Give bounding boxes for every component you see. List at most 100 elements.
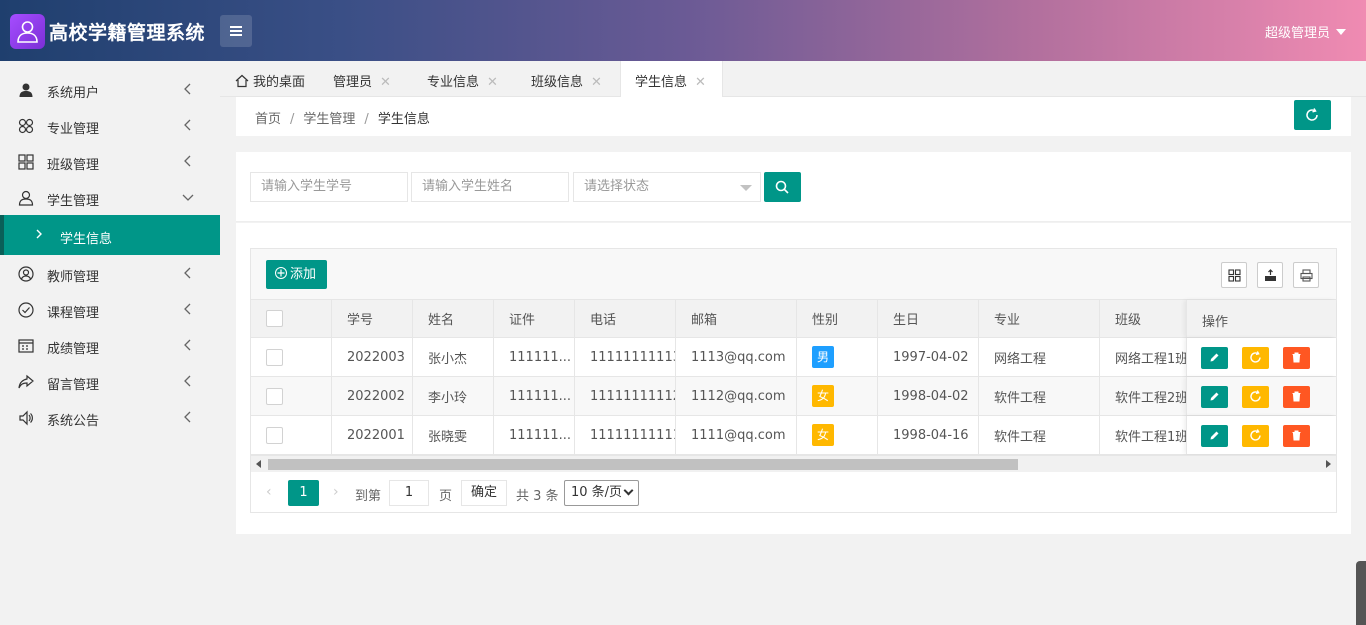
column-header[interactable]: 学号 [332,300,413,337]
tab-label: 专业信息 [427,75,480,90]
sidebar-item-label: 留言管理 [47,378,100,393]
student-name-input[interactable]: 请输入学生姓名 [411,172,569,202]
close-icon[interactable]: ✕ [591,75,602,90]
sidebar-item-student-mgmt[interactable]: 学生管理 [0,179,220,215]
status-select-placeholder: 请选择状态 [584,179,650,194]
email-cell: 1113@qq.com [676,338,797,376]
search-icon [775,180,789,194]
row-checkbox[interactable] [266,426,283,444]
refresh-button[interactable] [1294,100,1331,130]
operations-cell [1186,416,1336,454]
edit-button[interactable] [1201,425,1228,447]
column-header[interactable]: 生日 [878,300,979,337]
table-row[interactable]: 2022002 李小玲 111111... 11111111112 1112@q… [251,377,1336,416]
sidebar-item-system-users[interactable]: 系统用户 [0,71,220,107]
gender-cell: 男 [797,338,878,376]
print-button[interactable] [1293,262,1319,288]
export-button[interactable] [1257,262,1283,288]
sidebar-item-label: 学生信息 [60,232,113,247]
refresh-icon [1250,390,1261,402]
tab-admin[interactable]: 管理员 ✕ [333,61,391,97]
scroll-left-arrow-icon[interactable] [256,460,261,468]
calendar-icon [18,339,34,353]
edit-button[interactable] [1201,347,1228,369]
chevron-right-icon [36,229,42,239]
column-header[interactable]: 专业 [979,300,1100,337]
plus-circle-icon [275,267,287,279]
delete-button[interactable] [1283,386,1310,408]
tab-class-info[interactable]: 班级信息 ✕ [531,61,602,97]
birthday-cell: 1997-04-02 [878,338,979,376]
user-menu[interactable]: 超级管理员 [1265,22,1346,41]
student-no-cell: 2022003 [332,338,413,376]
student-no-input[interactable]: 请输入学生学号 [250,172,408,202]
tab-label: 学生信息 [635,75,688,90]
tab-student-info[interactable]: 学生信息 ✕ [620,61,723,98]
column-header[interactable]: 班级 [1100,300,1186,337]
sidebar-item-message[interactable]: 留言管理 [0,363,220,399]
home-icon [235,74,249,88]
select-all-checkbox[interactable] [266,310,283,327]
trash-icon [1292,352,1301,363]
close-icon[interactable]: ✕ [695,75,706,90]
menu-toggle-button[interactable] [220,15,252,47]
search-button[interactable] [764,172,801,202]
scrollbar-thumb[interactable] [268,459,1018,470]
reset-button[interactable] [1242,386,1269,408]
operations-cell [1186,377,1336,415]
trash-icon [1292,430,1301,441]
reset-button[interactable] [1242,347,1269,369]
column-header[interactable]: 邮箱 [676,300,797,337]
goto-confirm-button[interactable]: 确定 [461,480,507,506]
row-checkbox[interactable] [266,348,283,366]
goto-page-input[interactable]: 1 [389,480,429,506]
export-icon [1265,269,1276,281]
prev-page-icon[interactable]: ‹ [266,484,272,500]
sidebar-item-label: 系统用户 [47,86,100,101]
tab-desktop[interactable]: 我的桌面 [235,61,305,97]
page-size-value: 10 条/页 [571,485,623,500]
sidebar-item-teacher[interactable]: 教师管理 [0,255,220,291]
email-cell: 1112@qq.com [676,377,797,415]
sidebar-item-student-info[interactable]: 学生信息 [0,215,220,255]
row-checkbox[interactable] [266,387,283,405]
sidebar-item-score[interactable]: 成绩管理 [0,327,220,363]
active-indicator [0,215,4,255]
current-page[interactable]: 1 [288,480,319,506]
breadcrumb-home[interactable]: 首页 [255,112,281,127]
sidebar-item-course[interactable]: 课程管理 [0,291,220,327]
table-row[interactable]: 2022001 张晓雯 111111... 11111111111 1111@q… [251,416,1336,455]
id-cell: 111111... [494,338,575,376]
student-name-cell: 张晓雯 [413,416,494,454]
tab-major-info[interactable]: 专业信息 ✕ [427,61,498,97]
sidebar-item-class[interactable]: 班级管理 [0,143,220,179]
person-outline-icon [18,190,34,206]
edit-button[interactable] [1201,386,1228,408]
sidebar-item-label: 成绩管理 [47,342,100,357]
column-header[interactable]: 姓名 [413,300,494,337]
refresh-icon [1250,429,1261,441]
breadcrumb-student-mgmt[interactable]: 学生管理 [303,112,355,127]
table-row[interactable]: 2022003 张小杰 111111... 11111111113 1113@q… [251,338,1336,377]
column-header[interactable]: 性别 [797,300,878,337]
next-page-icon[interactable]: › [333,484,339,500]
close-icon[interactable]: ✕ [487,75,498,90]
delete-button[interactable] [1283,347,1310,369]
column-header[interactable]: 证件 [494,300,575,337]
close-icon[interactable]: ✕ [380,75,391,90]
user-circle-icon [18,266,34,282]
scroll-right-arrow-icon[interactable] [1326,460,1331,468]
sidebar-item-notice[interactable]: 系统公告 [0,399,220,435]
status-select[interactable]: 请选择状态 [573,172,761,202]
add-button[interactable]: 添加 [266,260,327,289]
page-size-select[interactable]: 10 条/页 [564,480,639,506]
gender-cell: 女 [797,377,878,415]
horizontal-scrollbar[interactable] [251,455,1336,472]
reset-button[interactable] [1242,425,1269,447]
sidebar: 系统用户 专业管理 班级管理 学生管理 学生信息 教师管理 课程管理 成绩管理 [0,61,220,625]
column-header[interactable]: 电话 [575,300,676,337]
sidebar-item-major[interactable]: 专业管理 [0,107,220,143]
logo-icon [10,14,45,49]
delete-button[interactable] [1283,425,1310,447]
columns-filter-button[interactable] [1221,262,1247,288]
